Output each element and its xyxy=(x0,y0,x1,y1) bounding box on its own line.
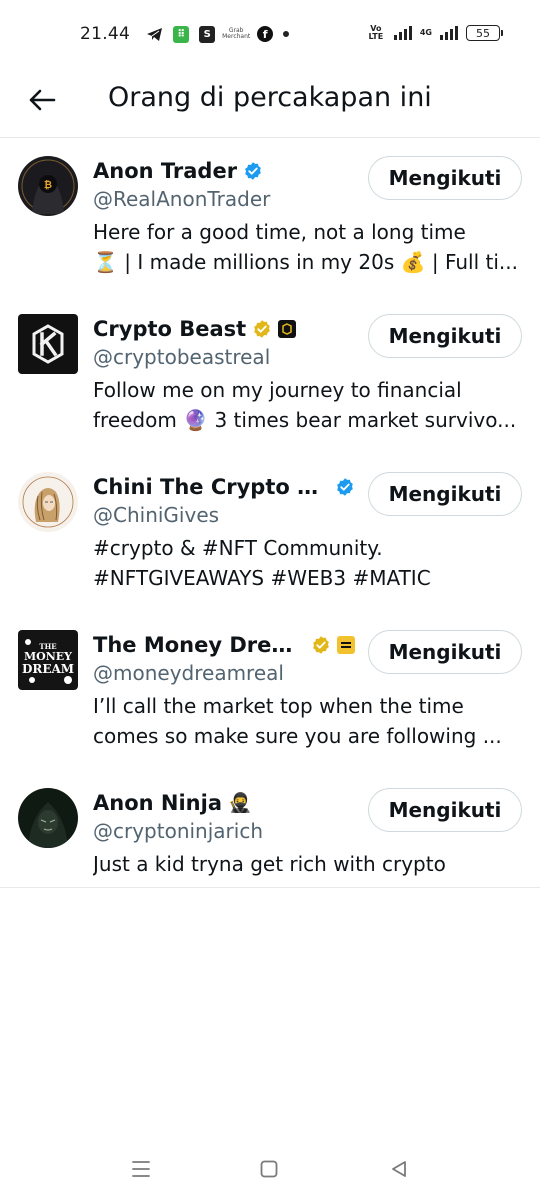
system-back-button[interactable] xyxy=(384,1154,414,1184)
shopee-icon: S xyxy=(199,25,216,43)
dot-icon xyxy=(283,31,290,37)
back-button[interactable] xyxy=(20,78,64,122)
home-button[interactable] xyxy=(254,1154,284,1184)
following-button[interactable]: Mengikuti xyxy=(368,788,522,832)
home-icon xyxy=(260,1160,278,1178)
ninja-icon: 🥷 xyxy=(227,792,252,814)
signal-icon xyxy=(393,26,412,40)
arrow-left-icon xyxy=(29,89,56,111)
battery-level: 55 xyxy=(476,26,490,40)
telegram-icon xyxy=(146,27,163,42)
user-name[interactable]: Anon Ninja xyxy=(93,791,222,815)
back-icon xyxy=(392,1161,406,1177)
svg-text:₿: ₿ xyxy=(44,179,52,191)
avatar[interactable] xyxy=(18,788,78,848)
user-handle: @RealAnonTrader xyxy=(93,187,271,211)
user-handle: @ChiniGives xyxy=(93,503,220,527)
user-name[interactable]: Crypto Beast xyxy=(93,317,246,341)
user-row[interactable]: THE MONEY DREAM The Money Dream @moneydr… xyxy=(0,613,540,771)
avatar[interactable]: ₿ xyxy=(18,156,78,216)
status-time: 21.44 xyxy=(80,24,131,44)
verified-blue-icon xyxy=(245,162,261,180)
user-handle: @cryptoninjarich xyxy=(93,819,263,843)
avatar-text-dream: DREAM xyxy=(22,662,74,676)
user-bio: Follow me on my journey to financial fre… xyxy=(93,375,525,435)
user-bio: Here for a good time, not a long time ⏳ … xyxy=(93,217,525,277)
user-handle: @cryptobeastreal xyxy=(93,345,271,369)
user-row[interactable]: Chini The Crypto Q... @ChiniGives #crypt… xyxy=(0,455,540,613)
avatar[interactable] xyxy=(18,472,78,532)
user-bio: Just a kid tryna get rich with crypto xyxy=(93,849,525,879)
avatar[interactable] xyxy=(18,314,78,374)
page-title: Orang di percakapan ini xyxy=(108,82,432,113)
bio-line: Just a kid tryna get rich with crypto xyxy=(93,852,446,876)
user-row[interactable]: Crypto Beast @cryptobeastreal Follow me … xyxy=(0,297,540,455)
bio-line: I’ll call the market top when the time xyxy=(93,694,464,718)
signal-2-icon xyxy=(440,26,458,40)
following-button[interactable]: Mengikuti xyxy=(368,156,522,200)
bio-line: comes so make sure you are following ... xyxy=(93,724,502,748)
grab-merchant-icon: Grab Merchant xyxy=(222,27,251,40)
user-handle: @moneydreamreal xyxy=(93,661,284,685)
recent-apps-button[interactable] xyxy=(126,1154,156,1184)
following-button[interactable]: Mengikuti xyxy=(368,314,522,358)
avatar[interactable]: THE MONEY DREAM xyxy=(18,630,78,690)
system-navbar xyxy=(0,1140,540,1200)
network-type: 4G xyxy=(419,28,432,37)
volte-indicator: Vo LTE xyxy=(368,24,384,41)
user-name[interactable]: The Money Dream xyxy=(93,633,305,657)
verified-gold-icon xyxy=(254,320,271,338)
user-bio: I’ll call the market top when the time c… xyxy=(93,691,525,751)
bio-line: freedom 🔮 3 times bear market survivo... xyxy=(93,408,517,432)
bio-line: ⏳ | I made millions in my 20s 💰 | Full t… xyxy=(93,250,518,274)
following-button[interactable]: Mengikuti xyxy=(368,630,522,674)
user-row[interactable]: Anon Ninja 🥷 @cryptoninjarich Just a kid… xyxy=(0,771,540,888)
user-list: ₿ Anon Trader @RealAnonTrader Here for a… xyxy=(0,139,540,888)
user-row[interactable]: ₿ Anon Trader @RealAnonTrader Here for a… xyxy=(0,139,540,297)
bio-line: #NFTGIVEAWAYS #WEB3 #MATIC xyxy=(93,566,431,590)
user-name[interactable]: Anon Trader xyxy=(93,159,237,183)
facebook-icon: f xyxy=(257,26,274,42)
verified-gold-icon xyxy=(313,636,329,654)
following-button[interactable]: Mengikuti xyxy=(368,472,522,516)
green-app-icon: ⠿ xyxy=(173,25,190,43)
recent-apps-icon xyxy=(132,1161,150,1177)
bio-line: Here for a good time, not a long time xyxy=(93,220,466,244)
bio-line: #crypto & #NFT Community. xyxy=(93,536,383,560)
status-bar: 21.44 ⠿ S Grab Merchant f Vo LTE 4G 55 xyxy=(0,0,540,72)
header: Orang di percakapan ini xyxy=(0,72,540,138)
bio-line: Follow me on my journey to financial xyxy=(93,378,462,402)
user-bio: #crypto & #NFT Community. #NFTGIVEAWAYS … xyxy=(93,533,525,593)
affiliate-badge-icon xyxy=(337,636,355,654)
verified-blue-icon xyxy=(337,478,353,496)
battery-icon: 55 xyxy=(466,25,503,41)
affiliate-badge-icon xyxy=(278,320,297,338)
user-name[interactable]: Chini The Crypto Q... xyxy=(93,475,329,499)
